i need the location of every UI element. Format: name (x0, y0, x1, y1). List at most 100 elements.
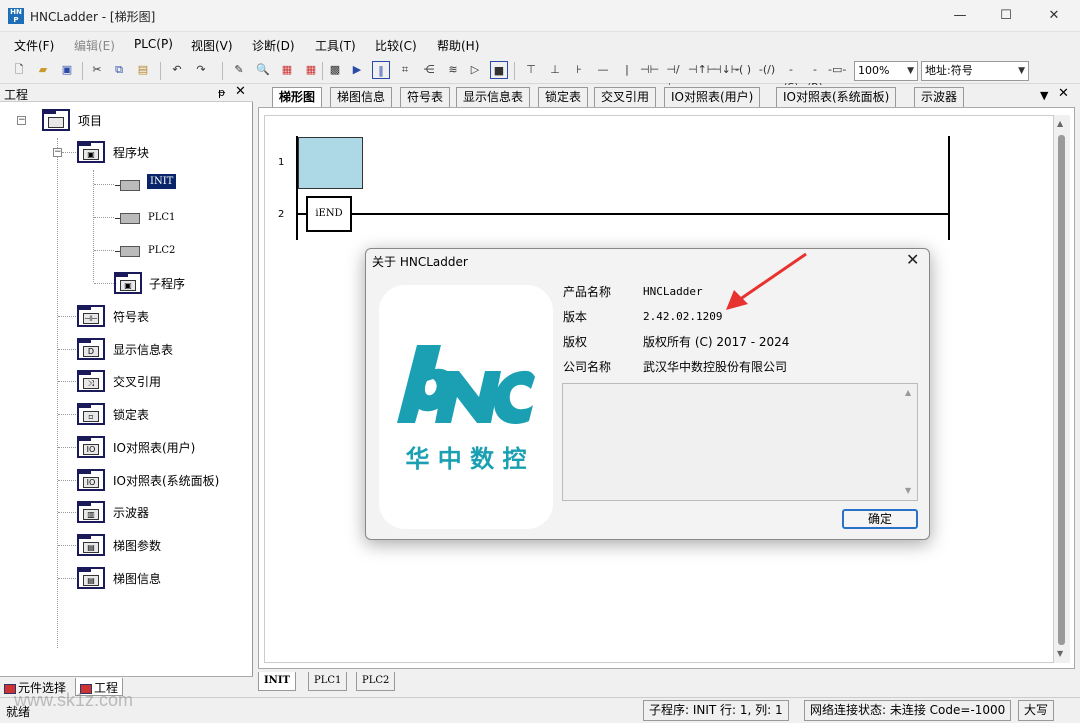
menu-view[interactable]: 视图(V) (191, 37, 233, 54)
menu-help[interactable]: 帮助(H) (437, 37, 479, 54)
close-pane-icon[interactable]: ✕ (235, 84, 246, 99)
menu-diagnose[interactable]: 诊断(D) (252, 37, 295, 54)
tree-item-label: 子程序 (149, 277, 186, 291)
compile-icon[interactable]: ✎ (230, 61, 248, 79)
sheet-tab-plc2[interactable]: PLC2 (356, 672, 396, 691)
contact-rising-icon[interactable]: ⊣↑⊢ (688, 61, 716, 79)
toolbar-separator (82, 62, 83, 80)
close-window-button[interactable]: ✕ (1034, 4, 1074, 28)
ok-button[interactable]: 确定 (842, 509, 918, 529)
tree-item-label: 梯图参数 (113, 539, 162, 553)
menu-bar: 文件(F) 编辑(E) PLC(P) 视图(V) 诊断(D) 工具(T) 比较(… (0, 33, 1080, 57)
wave-icon[interactable]: ≋ (444, 61, 462, 79)
project-pane: 工程 ᵽ ✕ − 项目 − ▣ 程序块 INIT PLC1 PLC2 ▣ 子程序… (0, 84, 253, 696)
new-file-icon[interactable]: 🗋 (10, 61, 28, 79)
save-icon[interactable]: ▣ (58, 61, 76, 79)
ladder-cursor-cell[interactable] (298, 137, 363, 189)
chevron-down-icon: ▼ (1018, 66, 1025, 76)
end-instruction[interactable]: iEND (306, 196, 352, 232)
close-tab-icon[interactable]: ✕ (1058, 86, 1069, 101)
search-icon[interactable]: 🔍 (254, 61, 272, 79)
menu-compare[interactable]: 比较(C) (375, 37, 417, 54)
menu-plc[interactable]: PLC(P) (134, 37, 173, 51)
paste-icon[interactable]: ▤ (134, 61, 152, 79)
insert-row-icon[interactable]: ⊤ (522, 61, 540, 79)
description-textarea[interactable]: ▲ ▼ (562, 383, 918, 501)
scroll-up-icon[interactable]: ▲ (905, 388, 911, 397)
description-scrollbar[interactable]: ▲ ▼ (901, 384, 917, 500)
pause-icon[interactable]: ‖ (372, 61, 390, 79)
minimize-button[interactable]: — (940, 4, 980, 28)
collapse-program-block-icon[interactable]: − (53, 148, 62, 157)
maximize-button[interactable]: ☐ (986, 4, 1026, 28)
vertical-line-icon[interactable]: | (618, 61, 636, 79)
tab-io-user[interactable]: IO对照表(用户) (664, 87, 761, 107)
routine-icon (115, 180, 140, 191)
tree-connector (58, 381, 76, 382)
routine-icon (115, 213, 140, 224)
project-pane-title: 工程 (4, 88, 29, 102)
contact-falling-icon[interactable]: ⊣↓⊢ (712, 61, 740, 79)
close-dialog-icon[interactable]: ✕ (906, 250, 919, 269)
step-icon[interactable]: ▷ (466, 61, 484, 79)
monitor-icon[interactable]: ▩ (326, 61, 344, 79)
tab-oscilloscope[interactable]: 示波器 (914, 87, 965, 107)
status-network: 网络连接状态: 未连接 Code=-1000 (804, 700, 1012, 721)
contact-no-icon[interactable]: ⊣⊢ (640, 61, 659, 79)
collapse-root-icon[interactable]: − (17, 116, 26, 125)
sheet-tab-plc1[interactable]: PLC1 (308, 672, 348, 691)
menu-tools[interactable]: 工具(T) (315, 37, 356, 54)
coil-set-icon[interactable]: -(S) (782, 61, 800, 94)
branch-icon[interactable]: ⋲ (420, 61, 438, 79)
tree-connector (58, 447, 76, 448)
scroll-down-icon[interactable]: ▼ (1057, 649, 1063, 658)
tab-symbol-table[interactable]: 符号表 (400, 87, 451, 107)
delete-row-icon[interactable]: ⊥ (546, 61, 564, 79)
tree-item-label: 程序块 (113, 146, 150, 160)
pin-icon[interactable]: ᵽ (218, 86, 225, 99)
function-block-icon[interactable]: -▭- (828, 61, 846, 79)
company-label: 公司名称 (563, 360, 612, 374)
menu-edit[interactable]: 编辑(E) (74, 37, 115, 54)
run-icon[interactable]: ▶ (348, 61, 366, 79)
horizontal-line-icon[interactable]: — (594, 61, 612, 79)
sheet-tab-init[interactable]: INIT (258, 672, 296, 691)
tree-item-label: PLC1 (148, 212, 176, 223)
upload-icon[interactable]: ▦ (302, 61, 320, 79)
menu-file[interactable]: 文件(F) (14, 37, 54, 54)
zoom-select[interactable]: 100% ▼ (854, 61, 918, 81)
insert-column-icon[interactable]: ⊦ (570, 61, 588, 79)
scroll-up-icon[interactable]: ▲ (1057, 119, 1063, 128)
company-value: 武汉华中数控股份有限公司 (643, 360, 788, 374)
tree-connector (58, 545, 76, 546)
scroll-down-icon[interactable]: ▼ (905, 486, 911, 495)
undo-icon[interactable]: ↶ (168, 61, 186, 79)
tab-display-info[interactable]: 显示信息表 (456, 87, 531, 107)
stop-icon[interactable]: ■ (490, 61, 508, 79)
program-sheet-tabs: INIT PLC1 PLC2 (258, 672, 1080, 692)
select-range-icon[interactable]: ⌗ (396, 61, 414, 79)
redo-icon[interactable]: ↷ (192, 61, 210, 79)
copy-icon[interactable]: ⧉ (110, 61, 128, 79)
tab-io-panel[interactable]: IO对照表(系统面板) (776, 87, 897, 107)
ladder-scrollbar[interactable]: ▲ ▼ (1054, 115, 1070, 663)
copyright-label: 版权 (563, 335, 588, 349)
cut-icon[interactable]: ✂ (88, 61, 106, 79)
coil-reset-icon[interactable]: -(R) (806, 61, 824, 94)
tree-item-label: 符号表 (113, 310, 150, 324)
rung-number: 1 (278, 157, 285, 168)
tab-ladder[interactable]: 梯形图 (272, 87, 323, 108)
open-folder-icon[interactable]: ▰ (34, 61, 52, 79)
scrollbar-thumb[interactable] (1058, 135, 1065, 645)
parameters-icon: ▤ (77, 534, 105, 556)
address-mode-select[interactable]: 地址:符号 ▼ (921, 61, 1029, 81)
tab-cross-reference[interactable]: 交叉引用 (594, 87, 657, 107)
cross-reference-icon: ⤨ (77, 370, 105, 392)
coil-icon[interactable]: -( ) (734, 61, 752, 79)
tab-lock-table[interactable]: 锁定表 (538, 87, 589, 107)
tab-list-dropdown-icon[interactable]: ▼ (1040, 89, 1048, 102)
coil-not-icon[interactable]: -(/) (758, 61, 776, 79)
contact-nc-icon[interactable]: ⊣/⊢ (664, 61, 682, 94)
download-icon[interactable]: ▦ (278, 61, 296, 79)
tab-ladder-info[interactable]: 梯图信息 (330, 87, 393, 107)
